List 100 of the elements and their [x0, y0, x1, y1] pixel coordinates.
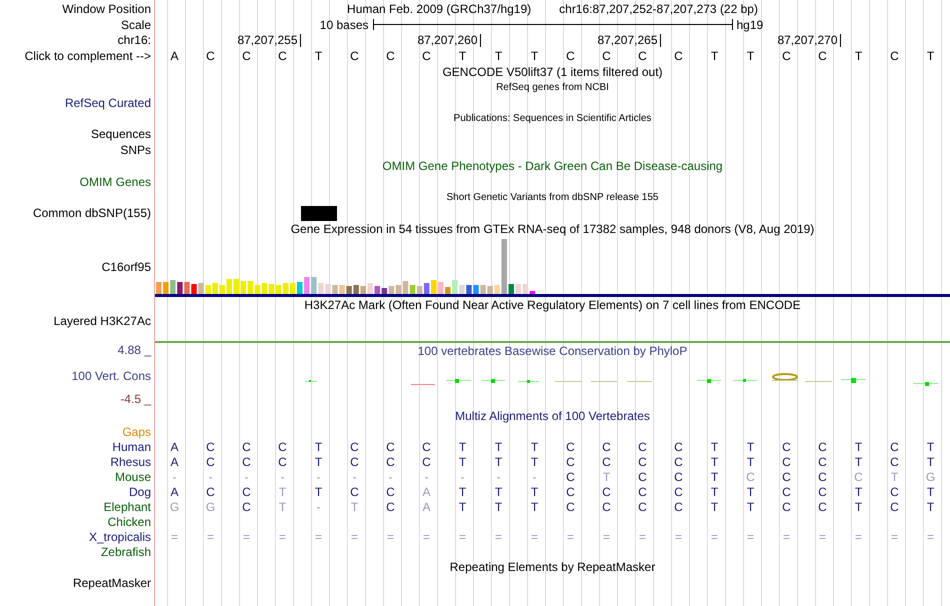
- aligned-base: -: [316, 500, 320, 512]
- aligned-base: C: [422, 440, 431, 452]
- snp-feature[interactable]: [300, 206, 336, 220]
- aligned-base: C: [818, 500, 827, 512]
- base-letter[interactable]: T: [926, 50, 934, 62]
- aligned-base: C: [674, 470, 683, 482]
- base-letter[interactable]: C: [602, 50, 611, 62]
- base-letter[interactable]: C: [818, 50, 827, 62]
- base-letter[interactable]: T: [458, 50, 466, 62]
- aligned-base: C: [638, 500, 647, 512]
- aligned-base: =: [206, 530, 214, 542]
- aligned-base: =: [278, 530, 286, 542]
- aligned-base: =: [674, 530, 682, 542]
- aligned-base: C: [386, 486, 395, 498]
- aligned-base: C: [242, 500, 251, 512]
- aligned-base: -: [244, 470, 248, 482]
- track-label[interactable]: RepeatMasker: [72, 576, 151, 590]
- aligned-base: T: [278, 500, 286, 512]
- aligned-base: C: [602, 486, 611, 498]
- aligned-base: C: [242, 486, 251, 498]
- aligned-base: C: [638, 456, 647, 468]
- position-tick: 87,207,270: [777, 34, 840, 47]
- aligned-base: C: [674, 456, 683, 468]
- base-letter[interactable]: C: [890, 50, 899, 62]
- base-letter[interactable]: C: [782, 50, 791, 62]
- aligned-base: C: [638, 470, 647, 482]
- aligned-base: T: [926, 456, 934, 468]
- aligned-base: C: [242, 456, 251, 468]
- track-label[interactable]: Sequences: [90, 127, 151, 141]
- aligned-base: =: [170, 530, 178, 542]
- track-label[interactable]: Layered H3K27Ac: [54, 314, 151, 328]
- track-label[interactable]: OMIM Genes: [80, 175, 151, 189]
- base-letter[interactable]: T: [854, 50, 862, 62]
- aligned-base: -: [316, 470, 320, 482]
- aligned-base: T: [530, 500, 538, 512]
- aligned-base: T: [314, 440, 322, 452]
- aligned-base: A: [422, 486, 430, 498]
- aligned-base: -: [424, 470, 428, 482]
- aligned-base: A: [170, 456, 178, 468]
- track-label[interactable]: 100 Vert. Cons: [72, 368, 151, 382]
- aligned-base: C: [854, 470, 863, 482]
- aligned-base: C: [818, 470, 827, 482]
- aligned-base: =: [926, 530, 934, 542]
- species-label: Chicken: [108, 514, 151, 528]
- aligned-base: -: [172, 470, 176, 482]
- base-letter[interactable]: C: [278, 50, 287, 62]
- aligned-base: A: [170, 486, 178, 498]
- aligned-base: =: [494, 530, 502, 542]
- aligned-base: T: [710, 456, 718, 468]
- track-title: Publications: Sequences in Scientific Articles: [454, 113, 652, 124]
- track-title: 100 vertebrates Basewise Conservation by PhyloP: [418, 344, 688, 358]
- base-letter[interactable]: C: [638, 50, 647, 62]
- base-letter[interactable]: C: [206, 50, 215, 62]
- aligned-base: =: [422, 530, 430, 542]
- aligned-base: T: [458, 486, 466, 498]
- aligned-base: T: [746, 456, 754, 468]
- aligned-base: T: [926, 486, 934, 498]
- base-letter[interactable]: C: [386, 50, 395, 62]
- base-letter[interactable]: T: [710, 50, 718, 62]
- base-letter[interactable]: C: [566, 50, 575, 62]
- aligned-base: =: [314, 530, 322, 542]
- aligned-base: =: [350, 530, 358, 542]
- aligned-base: T: [746, 486, 754, 498]
- track-label[interactable]: Common dbSNP(155): [32, 206, 151, 220]
- aligned-base: =: [782, 530, 790, 542]
- aligned-base: C: [386, 440, 395, 452]
- track-label[interactable]: SNPs: [120, 143, 151, 157]
- gene-label[interactable]: C16orf95: [102, 260, 151, 274]
- aligned-base: T: [746, 440, 754, 452]
- base-letter[interactable]: T: [494, 50, 502, 62]
- aligned-base: -: [460, 470, 464, 482]
- track-label[interactable]: RefSeq Curated: [64, 96, 151, 110]
- aligned-base: C: [386, 500, 395, 512]
- aligned-base: C: [890, 486, 899, 498]
- assembly-title: Human Feb. 2009 (GRCh37/hg19): [347, 2, 532, 16]
- base-letter[interactable]: C: [242, 50, 251, 62]
- aligned-base: C: [674, 440, 683, 452]
- base-letter[interactable]: T: [746, 50, 754, 62]
- assembly-name: hg19: [736, 18, 764, 32]
- aligned-base: C: [566, 500, 575, 512]
- aligned-base: =: [854, 530, 862, 542]
- track-title: Repeating Elements by RepeatMasker: [450, 560, 656, 574]
- aligned-base: C: [602, 440, 611, 452]
- track-title: Short Genetic Variants from dbSNP release 155: [446, 192, 658, 203]
- aligned-base: C: [818, 486, 827, 498]
- aligned-base: C: [638, 486, 647, 498]
- aligned-base: A: [170, 440, 178, 452]
- aligned-base: C: [206, 456, 215, 468]
- aligned-base: T: [710, 470, 718, 482]
- base-letter[interactable]: T: [314, 50, 322, 62]
- aligned-base: T: [458, 500, 466, 512]
- species-label: Gaps: [122, 424, 151, 438]
- base-letter[interactable]: A: [170, 50, 178, 62]
- base-letter[interactable]: T: [530, 50, 538, 62]
- aligned-base: C: [278, 456, 287, 468]
- aligned-base: T: [602, 470, 610, 482]
- aligned-base: T: [314, 486, 322, 498]
- base-letter[interactable]: C: [350, 50, 359, 62]
- base-letter[interactable]: C: [422, 50, 431, 62]
- base-letter[interactable]: C: [674, 50, 683, 62]
